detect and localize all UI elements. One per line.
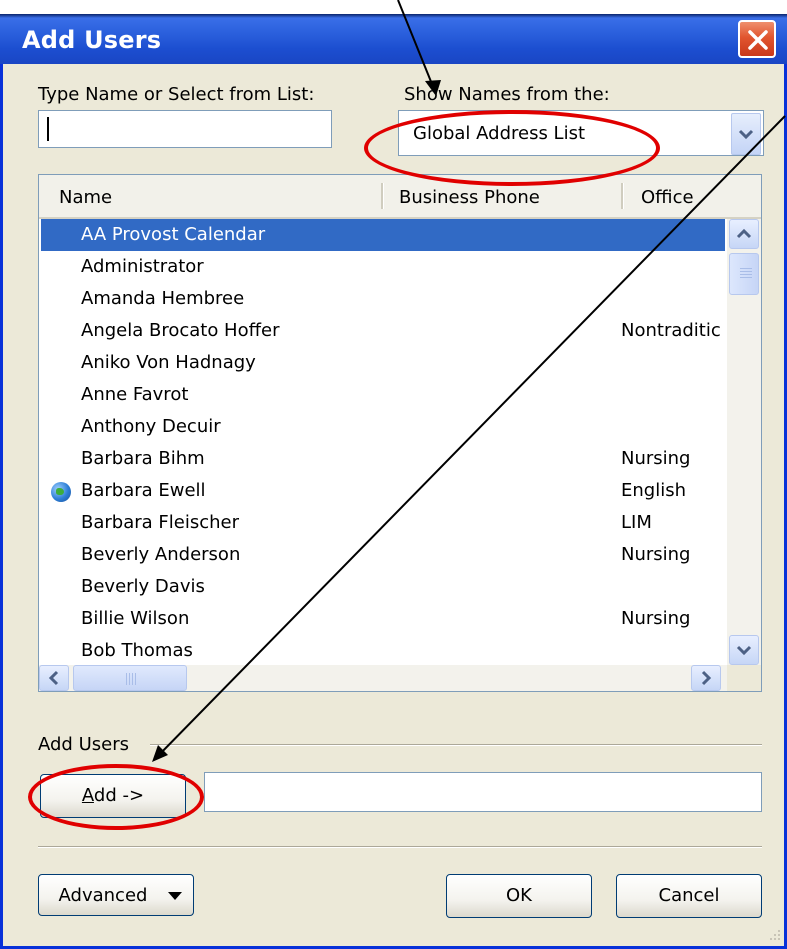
arrowhead-icon xyxy=(425,80,441,96)
annotation-arrow-diagonal xyxy=(153,115,786,761)
annotation-arrows xyxy=(152,0,786,762)
annotation-arrow-top xyxy=(397,0,437,95)
